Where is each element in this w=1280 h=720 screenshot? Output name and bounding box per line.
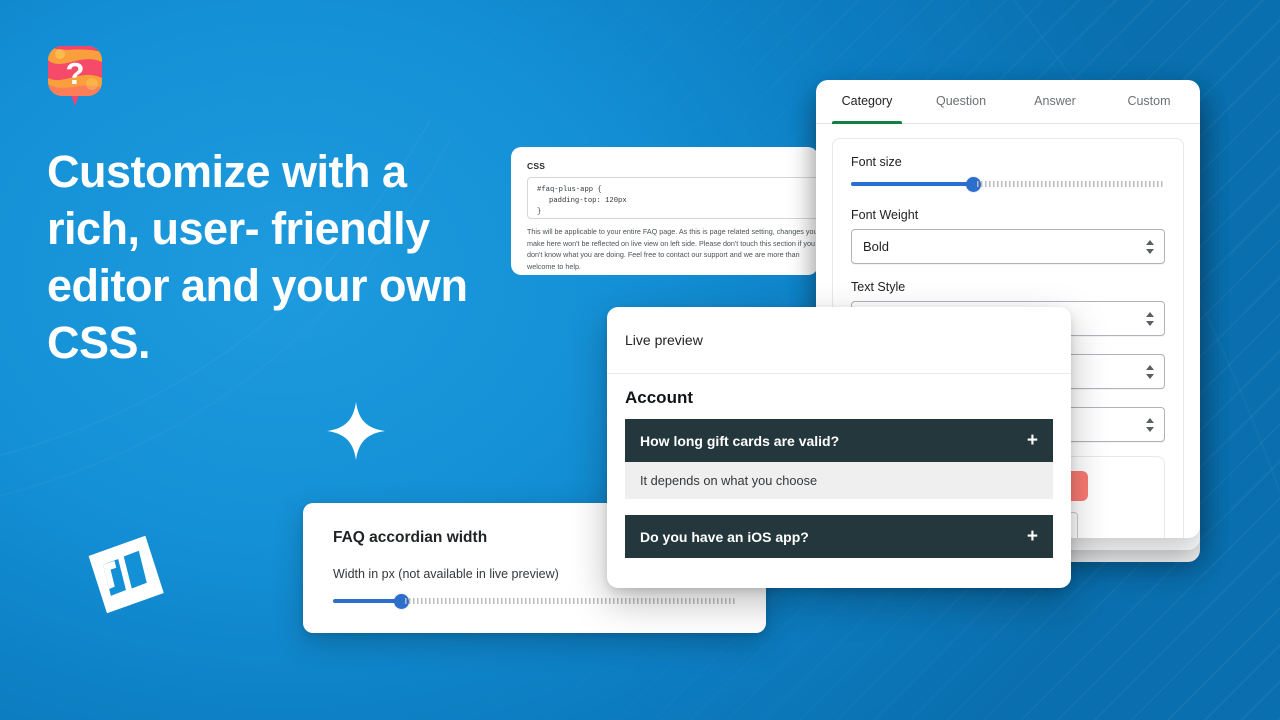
faq-question-bubble-icon: ? bbox=[48, 46, 102, 106]
w-badge-logo-icon bbox=[88, 535, 164, 614]
tab-category-label: Category bbox=[841, 94, 893, 108]
chevron-updown-icon bbox=[1146, 239, 1154, 254]
css-help-text: This will be applicable to your entire F… bbox=[527, 227, 818, 271]
tab-question[interactable]: Question bbox=[914, 80, 1008, 123]
font-size-label: Font size bbox=[851, 155, 902, 169]
text-style-label: Text Style bbox=[851, 280, 906, 294]
tab-question-label: Question bbox=[935, 94, 987, 108]
tab-custom[interactable]: Custom bbox=[1102, 80, 1196, 123]
font-size-slider[interactable] bbox=[851, 176, 1165, 192]
live-preview-card: Live preview Account How long gift cards… bbox=[607, 307, 1071, 588]
plus-icon[interactable]: + bbox=[1027, 431, 1038, 450]
faq-width-slider[interactable] bbox=[333, 593, 736, 609]
tab-custom-label: Custom bbox=[1127, 94, 1171, 108]
tab-answer[interactable]: Answer bbox=[1008, 80, 1102, 123]
chevron-updown-icon bbox=[1146, 311, 1154, 326]
live-preview-body: Account How long gift cards are valid? +… bbox=[607, 374, 1071, 558]
css-label: CSS bbox=[527, 161, 546, 171]
sparkle-star-icon bbox=[327, 402, 385, 460]
accordion-question-text: How long gift cards are valid? bbox=[640, 432, 840, 449]
accordion-question-header[interactable]: How long gift cards are valid? + bbox=[625, 419, 1053, 462]
accordion-answer: It depends on what you choose bbox=[625, 462, 1053, 499]
tab-answer-label: Answer bbox=[1034, 94, 1076, 108]
plus-icon[interactable]: + bbox=[1027, 527, 1038, 546]
accordion-question-header[interactable]: Do you have an iOS app? + bbox=[625, 515, 1053, 558]
live-preview-title: Live preview bbox=[625, 332, 703, 348]
page-title: Customize with a rich, user- friendly ed… bbox=[47, 146, 468, 368]
chevron-updown-icon bbox=[1146, 417, 1154, 432]
font-weight-label: Font Weight bbox=[851, 208, 919, 222]
accordion-question-text: Do you have an iOS app? bbox=[640, 528, 809, 545]
css-code-line-1: #faq-plus-app { bbox=[537, 186, 602, 194]
chevron-updown-icon bbox=[1146, 364, 1154, 379]
promo-banner: ? Customize with a rich, user- friendly … bbox=[0, 0, 1280, 720]
preview-section-title: Account bbox=[625, 388, 693, 407]
accordion-item: Do you have an iOS app? + bbox=[625, 515, 1053, 558]
live-preview-header: Live preview bbox=[607, 307, 1071, 374]
svg-text:?: ? bbox=[66, 56, 85, 91]
font-weight-value: Bold bbox=[863, 239, 890, 254]
font-weight-select[interactable]: Bold bbox=[851, 229, 1165, 264]
css-code-line-2: padding-top: 120px bbox=[549, 197, 627, 205]
accordion-answer-text: It depends on what you choose bbox=[640, 473, 818, 488]
css-code-textarea[interactable]: #faq-plus-app { padding-top: 120px } bbox=[527, 177, 818, 219]
accordion-item: How long gift cards are valid? + It depe… bbox=[625, 419, 1053, 499]
tab-category[interactable]: Category bbox=[820, 80, 914, 124]
css-code-line-3: } bbox=[537, 208, 542, 216]
css-settings-card: CSS #faq-plus-app { padding-top: 120px }… bbox=[511, 147, 818, 275]
settings-tabs: Category Question Answer Custom bbox=[816, 80, 1200, 124]
